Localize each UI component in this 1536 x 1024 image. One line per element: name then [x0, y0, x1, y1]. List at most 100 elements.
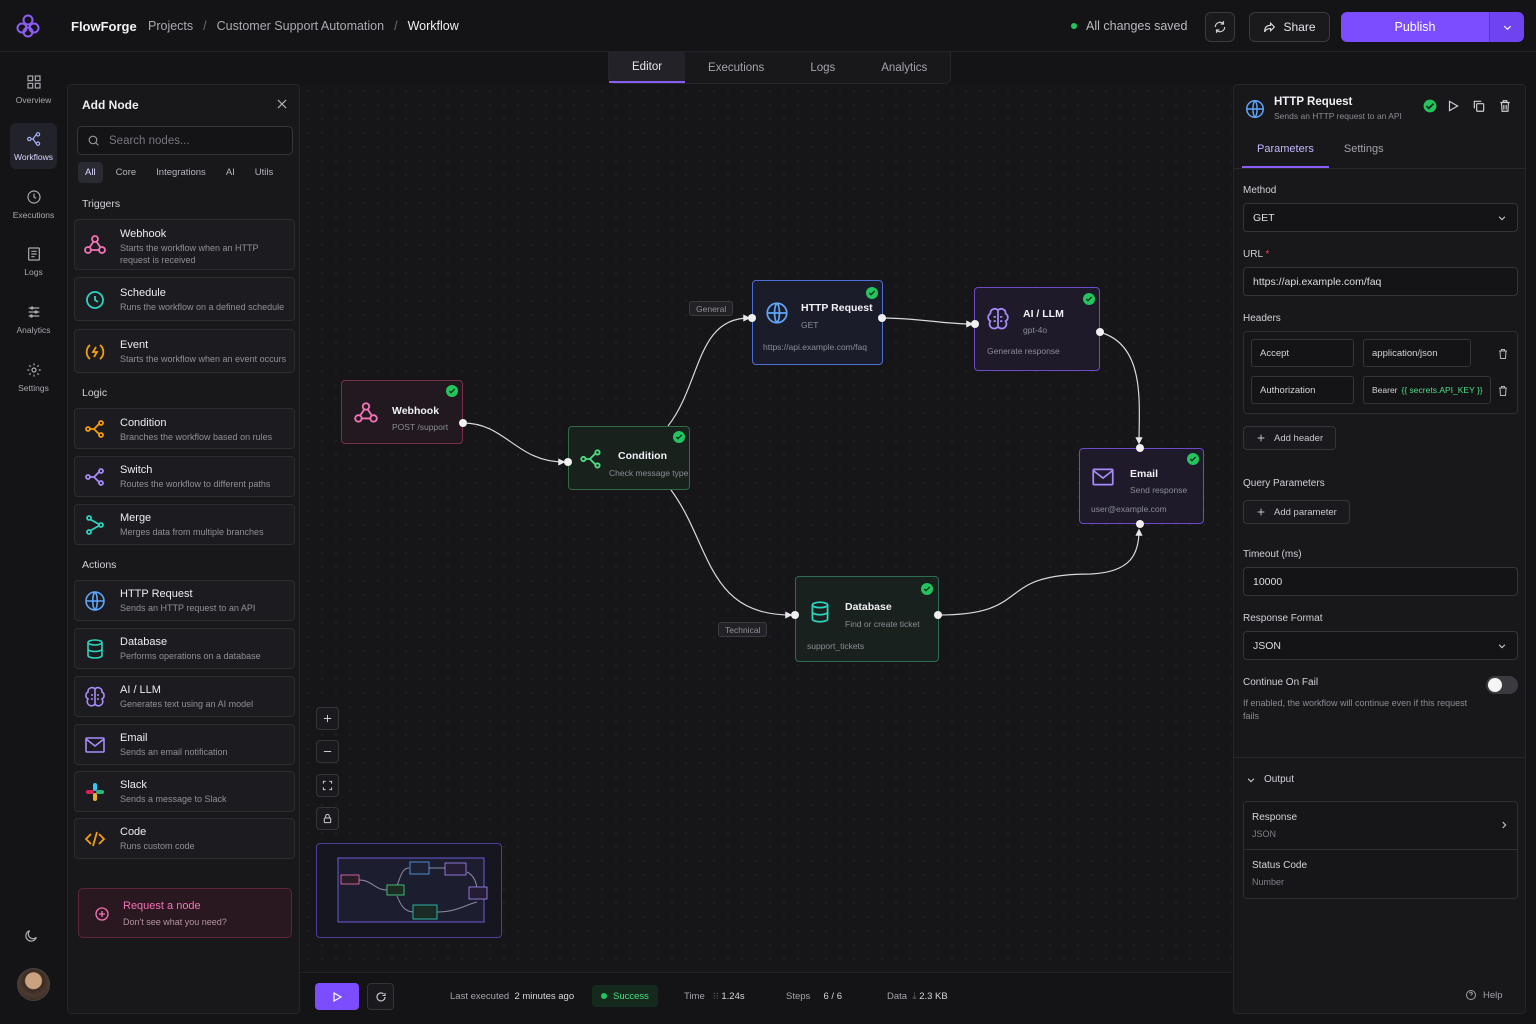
- tab-settings[interactable]: Settings: [1329, 143, 1399, 168]
- fit-view-button[interactable]: [316, 774, 339, 797]
- refresh-button[interactable]: [1205, 12, 1235, 42]
- toggle-knob: [1488, 678, 1502, 692]
- port-webhook-out[interactable]: [459, 419, 467, 427]
- node-http-request[interactable]: HTTP Request GET https://api.example.com…: [752, 280, 883, 365]
- timeout-input[interactable]: 10000: [1243, 567, 1518, 596]
- refresh-icon: [376, 991, 386, 1002]
- port-database-out[interactable]: [934, 611, 942, 619]
- output-section-toggle[interactable]: Output: [1246, 774, 1294, 785]
- node-database[interactable]: Database Find or create ticket support_t…: [795, 576, 939, 662]
- share-button[interactable]: Share: [1249, 12, 1330, 42]
- trash-icon[interactable]: [1497, 385, 1509, 397]
- tab-executions[interactable]: Executions: [685, 52, 787, 83]
- publish-button[interactable]: Publish: [1341, 12, 1489, 42]
- breadcrumb-current: Workflow: [407, 19, 459, 33]
- port-database-in[interactable]: [791, 611, 799, 619]
- zoom-in-button[interactable]: [316, 707, 339, 730]
- breadcrumb-project[interactable]: Customer Support Automation: [217, 19, 384, 33]
- help-icon: [1466, 990, 1476, 1000]
- filter-all[interactable]: All: [78, 162, 103, 183]
- node-ai-llm[interactable]: AI / LLM gpt-4o Generate response: [974, 287, 1100, 371]
- rail-item-overview[interactable]: Overview: [10, 66, 57, 112]
- port-condition-in[interactable]: [564, 458, 572, 466]
- delete-node-button[interactable]: [1498, 99, 1514, 115]
- header-value-input[interactable]: Bearer {{ secrets.API_KEY }}: [1363, 376, 1491, 404]
- output-title: Response: [1252, 812, 1298, 823]
- port-ai-in[interactable]: [971, 320, 979, 328]
- lock-button[interactable]: [316, 807, 339, 830]
- download-icon: ⤓: [912, 991, 917, 1002]
- close-icon[interactable]: [275, 97, 291, 113]
- minimap[interactable]: [316, 843, 502, 938]
- chevron-down-icon: [1498, 644, 1506, 649]
- header-key-input[interactable]: Authorization: [1251, 376, 1354, 404]
- request-node-button[interactable]: Request a node Don't see what you need?: [78, 888, 292, 938]
- port-ai-out[interactable]: [1096, 328, 1104, 336]
- zoom-out-button[interactable]: [316, 740, 339, 763]
- steps-value: 6 / 6: [823, 991, 843, 1002]
- filter-ai[interactable]: AI: [219, 162, 242, 183]
- header-value-input[interactable]: application/json: [1363, 339, 1471, 367]
- filter-core[interactable]: Core: [109, 162, 144, 183]
- breadcrumb-projects[interactable]: Projects: [148, 19, 193, 33]
- node-email[interactable]: Email Send response user@example.com: [1079, 448, 1204, 524]
- avatar[interactable]: [17, 968, 50, 1001]
- node-item-condition[interactable]: Condition Branches the workflow based on…: [74, 408, 295, 449]
- tab-logs[interactable]: Logs: [787, 52, 858, 83]
- response-format-select[interactable]: JSON: [1243, 631, 1518, 660]
- rail-item-workflows[interactable]: Workflows: [10, 123, 57, 169]
- rail-item-logs[interactable]: Logs: [10, 238, 57, 284]
- output-item-status-code[interactable]: Status Code Number: [1244, 850, 1517, 898]
- help-link[interactable]: Help: [1465, 989, 1503, 1001]
- port-email-in-top[interactable]: [1136, 444, 1144, 452]
- node-item-switch[interactable]: Switch Routes the workflow to different …: [74, 456, 295, 497]
- filter-integrations[interactable]: Integrations: [149, 162, 213, 183]
- rail-item-settings[interactable]: Settings: [10, 354, 57, 400]
- node-item-webhook[interactable]: Webhook Starts the workflow when an HTTP…: [74, 219, 295, 270]
- port-email-in-bottom[interactable]: [1136, 520, 1144, 528]
- globe-icon: [764, 300, 790, 326]
- port-http-in[interactable]: [748, 314, 756, 322]
- tab-parameters[interactable]: Parameters: [1242, 143, 1329, 168]
- tab-editor[interactable]: Editor: [609, 52, 686, 83]
- reset-button[interactable]: [367, 983, 394, 1010]
- run-node-button[interactable]: [1446, 99, 1462, 115]
- node-item-desc: Runs the workflow on a defined schedule: [120, 302, 285, 312]
- add-header-button[interactable]: Add header: [1243, 426, 1337, 450]
- save-status: All changes saved: [1071, 19, 1187, 33]
- node-condition[interactable]: Condition Check message type: [568, 426, 690, 490]
- tab-analytics[interactable]: Analytics: [858, 52, 950, 83]
- database-icon: [807, 599, 833, 625]
- node-item-merge[interactable]: Merge Merges data from multiple branches: [74, 504, 295, 545]
- flowforge-logo-icon[interactable]: [14, 12, 42, 40]
- rail-item-executions[interactable]: Executions: [10, 181, 57, 227]
- duplicate-node-button[interactable]: [1472, 99, 1488, 115]
- port-http-out[interactable]: [878, 314, 886, 322]
- url-label: URL *: [1243, 249, 1269, 260]
- workflow-canvas[interactable]: General Technical Webhook POST /support …: [301, 84, 1232, 972]
- node-item-slack[interactable]: Slack Sends a message to Slack: [74, 771, 295, 812]
- rail-item-analytics[interactable]: Analytics: [10, 296, 57, 342]
- continue-on-fail-toggle[interactable]: [1486, 676, 1518, 694]
- node-item-email[interactable]: Email Sends an email notification: [74, 724, 295, 765]
- url-input[interactable]: https://api.example.com/faq: [1243, 267, 1518, 296]
- node-item-event[interactable]: Event Starts the workflow when an event …: [74, 329, 295, 373]
- node-item-http-request[interactable]: HTTP Request Sends an HTTP request to an…: [74, 580, 295, 621]
- node-item-ai-llm[interactable]: AI / LLM Generates text using an AI mode…: [74, 676, 295, 717]
- continue-on-fail-desc: If enabled, the workflow will continue e…: [1243, 698, 1468, 721]
- search-input[interactable]: [109, 134, 269, 147]
- node-item-schedule[interactable]: Schedule Runs the workflow on a defined …: [74, 277, 295, 321]
- output-item-response[interactable]: Response JSON: [1244, 802, 1517, 850]
- node-item-database[interactable]: Database Performs operations on a databa…: [74, 628, 295, 669]
- run-button[interactable]: [315, 983, 359, 1010]
- publish-menu-button[interactable]: [1489, 12, 1524, 42]
- filter-utils[interactable]: Utils: [248, 162, 280, 183]
- node-webhook[interactable]: Webhook POST /support: [341, 380, 463, 444]
- moon-icon[interactable]: [23, 928, 43, 948]
- header-key-input[interactable]: Accept: [1251, 339, 1354, 367]
- method-select[interactable]: GET: [1243, 203, 1518, 232]
- node-item-title: Merge: [120, 512, 152, 524]
- add-parameter-button[interactable]: Add parameter: [1243, 500, 1350, 524]
- node-item-code[interactable]: Code Runs custom code: [74, 818, 295, 859]
- trash-icon[interactable]: [1497, 348, 1509, 360]
